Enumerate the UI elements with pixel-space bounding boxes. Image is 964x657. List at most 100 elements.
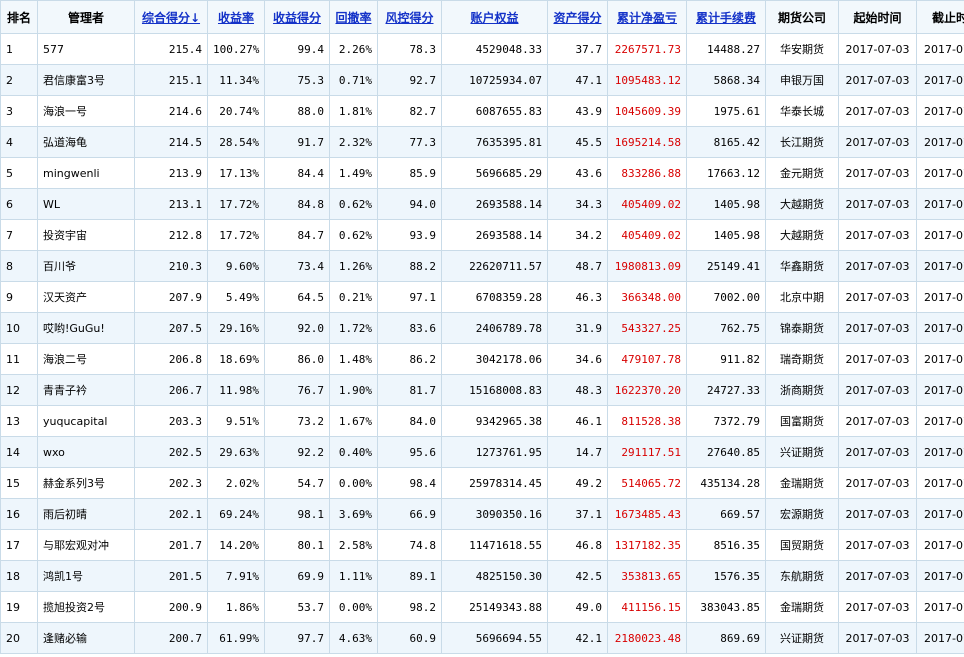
cell-start: 2017-07-03 — [838, 374, 917, 406]
cell-total-score: 210.3 — [134, 250, 208, 282]
cell-drawdown: 1.11% — [329, 560, 378, 592]
col-net-pnl[interactable]: 累计净盈亏 — [607, 0, 687, 34]
cell-rank: 15 — [0, 467, 38, 499]
col-risk-score-label[interactable]: 风控得分 — [385, 11, 433, 25]
cell-end: 2017-07-20 — [916, 157, 964, 189]
col-drawdown-label[interactable]: 回撤率 — [335, 11, 371, 25]
cell-manager: 汉天资产 — [37, 281, 135, 313]
cell-start: 2017-07-03 — [838, 312, 917, 344]
col-return-score-label[interactable]: 收益得分 — [273, 11, 321, 25]
cell-broker: 国贸期货 — [765, 529, 839, 561]
cell-start: 2017-07-03 — [838, 188, 917, 220]
cell-drawdown: 1.48% — [329, 343, 378, 375]
col-return-score[interactable]: 收益得分 — [264, 0, 330, 34]
cell-net-pnl: 1317182.35 — [607, 529, 687, 561]
cell-return-rate: 9.60% — [207, 250, 265, 282]
cell-asset-score: 49.0 — [547, 591, 608, 623]
col-total-score[interactable]: 综合得分↓ — [134, 0, 208, 34]
col-fees-label[interactable]: 累计手续费 — [696, 11, 756, 25]
table-row: 16 雨后初晴 202.1 69.24% 98.1 3.69% 66.9 3090350.16… — [0, 498, 964, 530]
cell-risk-score: 94.0 — [377, 188, 442, 220]
table-row: 2 君信康富3号 215.1 11.34% 75.3 0.71% 92.7 10725934.… — [0, 64, 964, 96]
cell-manager: 投资宇宙 — [37, 219, 135, 251]
table-row: 11 海浪二号 206.8 18.69% 86.0 1.48% 86.2 3042178.06… — [0, 343, 964, 375]
col-net-pnl-label[interactable]: 累计净盈亏 — [617, 11, 677, 25]
col-broker: 期货公司 — [765, 0, 839, 34]
cell-broker: 申银万国 — [765, 64, 839, 96]
cell-start: 2017-07-03 — [838, 436, 917, 468]
cell-manager: wxo — [37, 436, 135, 468]
cell-equity: 9342965.38 — [441, 405, 548, 437]
cell-equity: 2693588.14 — [441, 219, 548, 251]
cell-fees: 1576.35 — [686, 560, 766, 592]
cell-return-rate: 9.51% — [207, 405, 265, 437]
cell-manager: 弘道海龟 — [37, 126, 135, 158]
table-row: 1 577 215.4 100.27% 99.4 2.26% 78.3 4529048.33 3… — [0, 33, 964, 65]
cell-asset-score: 46.3 — [547, 281, 608, 313]
cell-drawdown: 3.69% — [329, 498, 378, 530]
cell-end: 2017-07-20 — [916, 33, 964, 65]
cell-net-pnl: 405409.02 — [607, 188, 687, 220]
cell-net-pnl: 291117.51 — [607, 436, 687, 468]
cell-asset-score: 46.8 — [547, 529, 608, 561]
cell-return-rate: 17.72% — [207, 188, 265, 220]
cell-return-rate: 14.20% — [207, 529, 265, 561]
col-asset-score[interactable]: 资产得分 — [547, 0, 608, 34]
cell-fees: 383043.85 — [686, 591, 766, 623]
cell-risk-score: 77.3 — [377, 126, 442, 158]
cell-drawdown: 0.62% — [329, 188, 378, 220]
cell-equity: 22620711.57 — [441, 250, 548, 282]
col-equity-label[interactable]: 账户权益 — [470, 11, 518, 25]
col-total-score-label[interactable]: 综合得分 — [142, 11, 190, 25]
table-row: 9 汉天资产 207.9 5.49% 64.5 0.21% 97.1 6708359.28 46… — [0, 281, 964, 313]
cell-broker: 兴证期货 — [765, 622, 839, 654]
cell-end: 2017-07-20 — [916, 622, 964, 654]
cell-equity: 5696685.29 — [441, 157, 548, 189]
cell-manager: 青青子衿 — [37, 374, 135, 406]
col-start: 起始时间 — [838, 0, 917, 34]
cell-risk-score: 95.6 — [377, 436, 442, 468]
cell-asset-score: 37.1 — [547, 498, 608, 530]
table-row: 7 投资宇宙 212.8 17.72% 84.7 0.62% 93.9 2693588.14 3… — [0, 219, 964, 251]
cell-rank: 10 — [0, 312, 38, 344]
col-return-rate[interactable]: 收益率 — [207, 0, 265, 34]
col-fees[interactable]: 累计手续费 — [686, 0, 766, 34]
cell-broker: 金元期货 — [765, 157, 839, 189]
cell-end: 2017-07-20 — [916, 250, 964, 282]
cell-broker: 东航期货 — [765, 560, 839, 592]
cell-end: 2017-07-20 — [916, 126, 964, 158]
col-equity[interactable]: 账户权益 — [441, 0, 548, 34]
col-drawdown[interactable]: 回撤率 — [329, 0, 378, 34]
col-return-rate-label[interactable]: 收益率 — [218, 11, 254, 25]
cell-asset-score: 42.5 — [547, 560, 608, 592]
cell-total-score: 201.7 — [134, 529, 208, 561]
table-row: 15 赫金系列3号 202.3 2.02% 54.7 0.00% 98.4 25978314.… — [0, 467, 964, 499]
cell-risk-score: 97.1 — [377, 281, 442, 313]
cell-drawdown: 1.81% — [329, 95, 378, 127]
cell-return-rate: 11.98% — [207, 374, 265, 406]
cell-return-score: 88.0 — [264, 95, 330, 127]
cell-start: 2017-07-03 — [838, 560, 917, 592]
cell-rank: 13 — [0, 405, 38, 437]
cell-end: 2017-07-20 — [916, 64, 964, 96]
cell-asset-score: 48.7 — [547, 250, 608, 282]
cell-fees: 1405.98 — [686, 219, 766, 251]
cell-broker: 金瑞期货 — [765, 467, 839, 499]
cell-risk-score: 84.0 — [377, 405, 442, 437]
cell-drawdown: 2.26% — [329, 33, 378, 65]
cell-return-score: 86.0 — [264, 343, 330, 375]
table-row: 18 鸿凯1号 201.5 7.91% 69.9 1.11% 89.1 4825150.30 4… — [0, 560, 964, 592]
cell-asset-score: 42.1 — [547, 622, 608, 654]
cell-manager: 哎哟!GuGu! — [37, 312, 135, 344]
cell-drawdown: 0.71% — [329, 64, 378, 96]
cell-end: 2017-07-20 — [916, 436, 964, 468]
col-risk-score[interactable]: 风控得分 — [377, 0, 442, 34]
cell-start: 2017-07-03 — [838, 529, 917, 561]
ranking-table: 排名 管理者 综合得分↓ 收益率 收益得分 回撤率 风控得分 账户权益 资产得分… — [0, 0, 964, 654]
cell-return-score: 84.4 — [264, 157, 330, 189]
cell-fees: 669.57 — [686, 498, 766, 530]
col-asset-score-label[interactable]: 资产得分 — [553, 11, 601, 25]
cell-fees: 435134.28 — [686, 467, 766, 499]
cell-risk-score: 74.8 — [377, 529, 442, 561]
cell-return-rate: 1.86% — [207, 591, 265, 623]
